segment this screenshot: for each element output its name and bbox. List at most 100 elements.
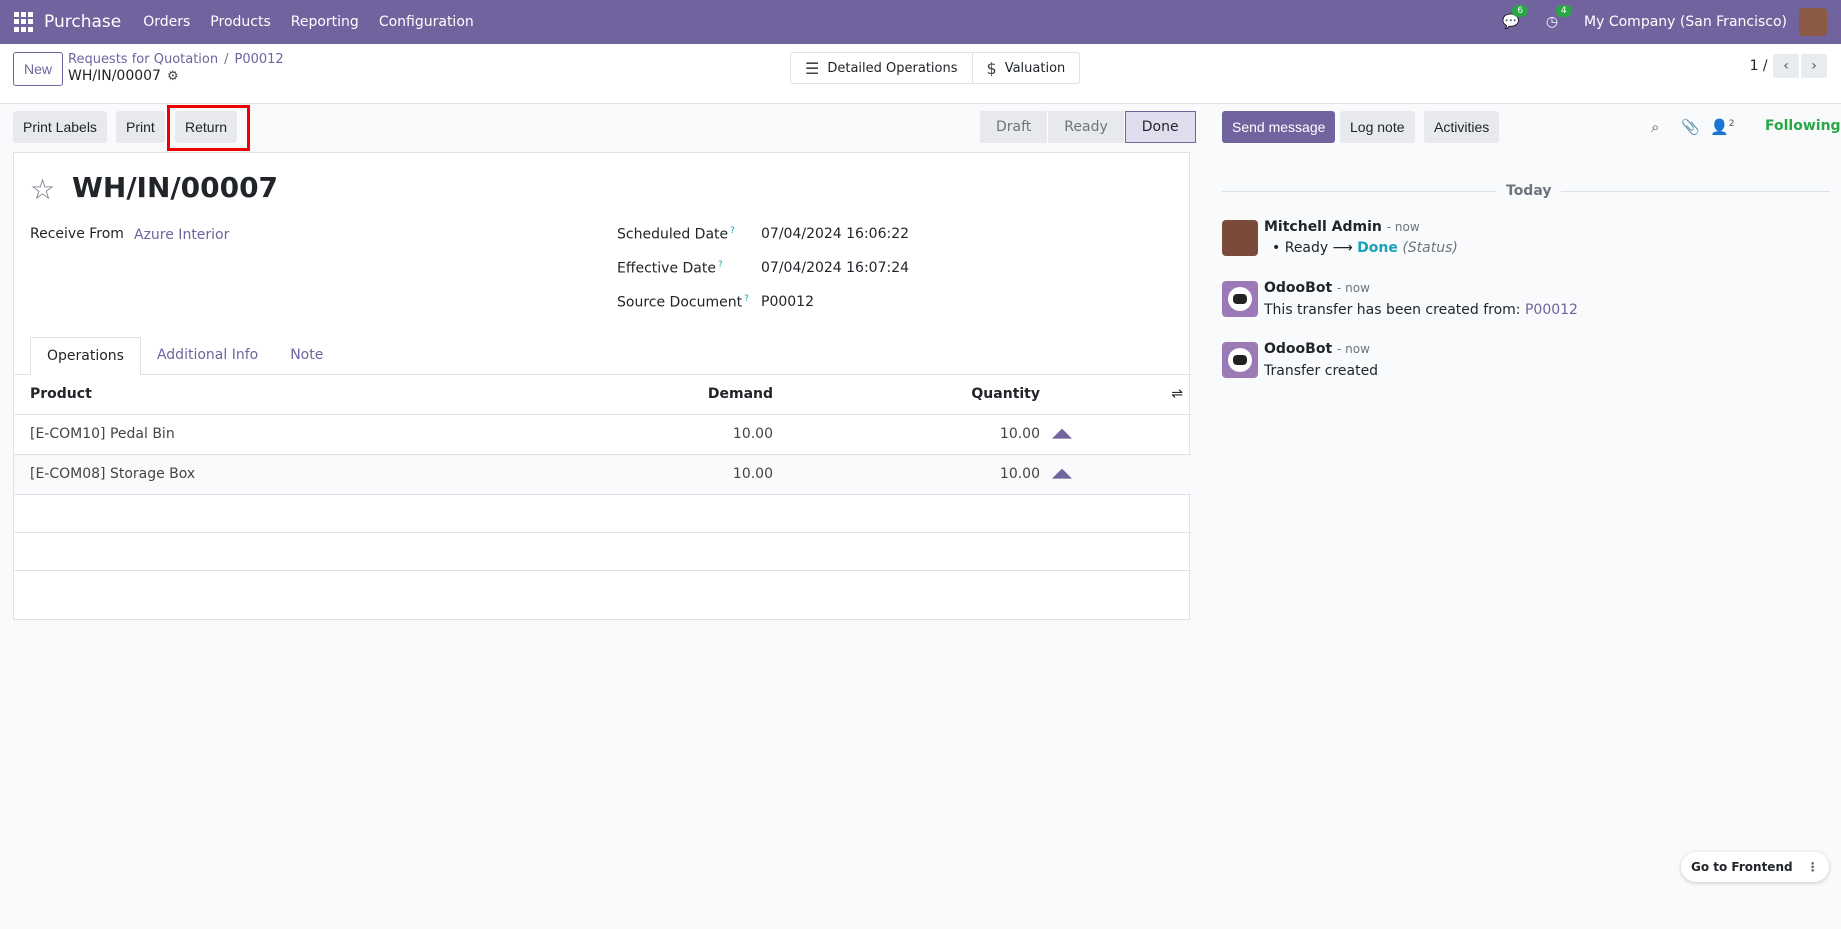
message-time: - now — [1337, 342, 1370, 356]
table-row[interactable]: [E-COM10] Pedal Bin 10.00 10.00 ◢◣ — [14, 415, 1191, 455]
table-row[interactable]: [E-COM08] Storage Box 10.00 10.00 ◢◣ — [14, 455, 1191, 495]
star-icon[interactable]: ☆ — [30, 173, 55, 206]
detailed-operations-button[interactable]: ☰ Detailed Operations — [791, 53, 972, 83]
list-icon: ☰ — [805, 58, 820, 78]
menu-products[interactable]: Products — [210, 14, 270, 30]
status-bar: Draft Ready Done — [980, 111, 1196, 143]
source-document-label: Source Document? — [617, 294, 749, 311]
send-message-button[interactable]: Send message — [1222, 111, 1336, 143]
activities-count-badge: 4 — [1555, 5, 1572, 17]
chevron-right-icon[interactable]: › — [1801, 54, 1827, 78]
breadcrumb-rfq[interactable]: Requests for Quotation — [68, 52, 218, 67]
odoobot-icon — [1228, 348, 1252, 372]
quantity-cell[interactable]: 10.00 — [1000, 466, 1040, 482]
menu-orders[interactable]: Orders — [143, 14, 190, 30]
new-button[interactable]: New — [13, 52, 64, 86]
column-product[interactable]: Product — [30, 386, 92, 402]
forecast-chart-icon[interactable]: ◢◣ — [1052, 426, 1072, 441]
forecast-chart-icon[interactable]: ◢◣ — [1052, 466, 1072, 481]
search-icon[interactable]: ⌕ — [1651, 118, 1659, 136]
top-navbar: Purchase Orders Products Reporting Confi… — [0, 0, 1841, 44]
help-icon[interactable]: ? — [744, 294, 749, 304]
column-demand[interactable]: Demand — [708, 386, 773, 402]
chevron-left-icon[interactable]: ‹ — [1773, 54, 1799, 78]
control-panel: New Requests for Quotation / P00012 WH/IN/… — [0, 44, 1841, 104]
followers-count: 2 — [1728, 119, 1735, 129]
table-header: Product Demand Quantity ⇌ — [14, 375, 1191, 415]
company-switcher[interactable]: My Company (San Francisco) — [1584, 14, 1787, 30]
paperclip-icon[interactable]: 📎 — [1681, 118, 1700, 136]
messages-count-badge: 6 — [1512, 5, 1529, 17]
more-options-icon[interactable]: ⋮ — [1807, 860, 1819, 874]
record-title-heading: WH/IN/00007 — [72, 171, 279, 204]
message-author: OdooBot - now — [1264, 280, 1370, 296]
scheduled-date-field[interactable]: 07/04/2024 16:06:22 — [761, 226, 909, 242]
smart-buttons: ☰ Detailed Operations $ Valuation — [790, 52, 1081, 84]
activities-button[interactable]: ◷ 4 — [1545, 5, 1572, 30]
breadcrumb-separator: / — [224, 52, 229, 67]
print-labels-button[interactable]: Print Labels — [13, 111, 107, 143]
product-cell[interactable]: [E-COM10] Pedal Bin — [30, 426, 175, 442]
avatar[interactable] — [1222, 342, 1258, 378]
menu-configuration[interactable]: Configuration — [379, 14, 474, 30]
receive-from-field[interactable]: Azure Interior — [134, 227, 229, 243]
help-icon[interactable]: ? — [730, 226, 735, 236]
pager-buttons: ‹ › — [1771, 54, 1827, 78]
message-author: Mitchell Admin - now — [1264, 219, 1420, 235]
messages-button[interactable]: 💬 6 — [1502, 5, 1529, 30]
empty-row — [14, 533, 1191, 571]
menu-reporting[interactable]: Reporting — [291, 14, 359, 30]
form-sheet: ☆ WH/IN/00007 Receive From Azure Interio… — [13, 152, 1191, 620]
new-value: Done — [1357, 240, 1398, 256]
activities-button[interactable]: Activities — [1424, 111, 1500, 143]
scheduled-date-label: Scheduled Date? — [617, 226, 735, 243]
gear-icon[interactable]: ⚙ — [167, 69, 179, 84]
help-icon[interactable]: ? — [718, 260, 723, 270]
message-body: This transfer has been created from: P00… — [1264, 302, 1578, 318]
optional-columns-icon[interactable]: ⇌ — [1171, 386, 1183, 402]
status-done[interactable]: Done — [1124, 111, 1196, 143]
avatar[interactable] — [1222, 281, 1258, 317]
odoobot-icon — [1228, 287, 1252, 311]
product-cell[interactable]: [E-COM08] Storage Box — [30, 466, 195, 482]
status-draft[interactable]: Draft — [980, 111, 1049, 143]
following-button[interactable]: Following — [1765, 118, 1841, 134]
tab-note[interactable]: Note — [274, 337, 339, 375]
valuation-button[interactable]: $ Valuation — [971, 53, 1080, 83]
demand-cell[interactable]: 10.00 — [733, 426, 773, 442]
effective-date-label: Effective Date? — [617, 260, 723, 277]
print-button[interactable]: Print — [116, 111, 165, 143]
followers-icon[interactable]: 👤2 — [1710, 118, 1734, 136]
form-tabs: Operations Additional Info Note — [30, 337, 339, 375]
tab-operations[interactable]: Operations — [30, 337, 141, 375]
message-time: - now — [1386, 220, 1420, 234]
clock-icon: ◷ — [1545, 14, 1559, 30]
breadcrumb-po[interactable]: P00012 — [235, 52, 284, 67]
record-name: WH/IN/00007 ⚙ — [68, 68, 179, 84]
log-note-button[interactable]: Log note — [1340, 111, 1415, 143]
tab-additional-info[interactable]: Additional Info — [141, 337, 274, 375]
column-quantity[interactable]: Quantity — [971, 386, 1040, 402]
demand-cell[interactable]: 10.00 — [733, 466, 773, 482]
source-document-field[interactable]: P00012 — [761, 294, 814, 310]
date-label: Today — [1496, 183, 1562, 199]
record-title: WH/IN/00007 — [68, 68, 161, 84]
breadcrumb: Requests for Quotation / P00012 — [68, 52, 284, 67]
return-highlight-box — [167, 105, 250, 151]
quantity-cell[interactable]: 10.00 — [1000, 426, 1040, 442]
app-name[interactable]: Purchase — [44, 12, 121, 32]
message-link[interactable]: P00012 — [1525, 302, 1578, 318]
go-to-frontend-button[interactable]: Go to Frontend ⋮ — [1681, 852, 1829, 882]
avatar[interactable] — [1222, 220, 1258, 256]
user-avatar[interactable] — [1799, 8, 1827, 36]
effective-date-field[interactable]: 07/04/2024 16:07:24 — [761, 260, 909, 276]
receive-from-label: Receive From — [30, 226, 124, 242]
apps-menu-icon[interactable] — [14, 12, 34, 32]
status-ready[interactable]: Ready — [1048, 111, 1125, 143]
arrow-right-icon: ⟶ — [1332, 240, 1353, 256]
valuation-label: Valuation — [1004, 60, 1066, 76]
tracking-value: • Ready ⟶ Done (Status) — [1272, 240, 1458, 256]
old-value: Ready — [1284, 240, 1329, 256]
message-body: Transfer created — [1264, 363, 1379, 379]
tracked-field: (Status) — [1402, 240, 1458, 256]
